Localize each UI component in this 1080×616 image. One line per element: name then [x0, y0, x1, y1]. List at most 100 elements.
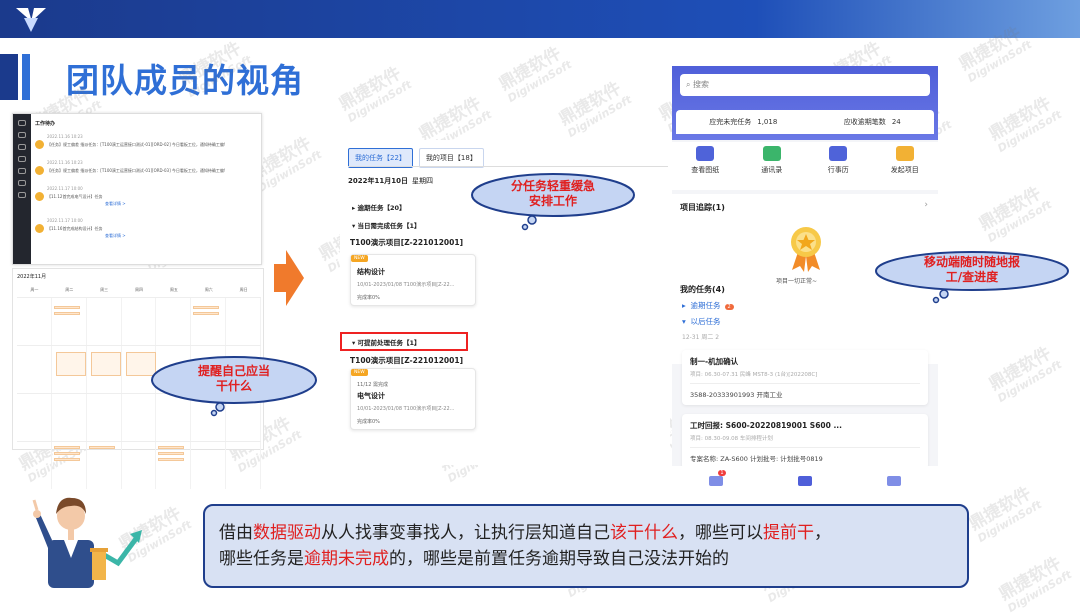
task-card-sub: 10/01-2023/01/08 T100演示项目[Z-22...: [357, 282, 455, 288]
apps-icon[interactable]: [886, 476, 901, 486]
tab-divider: [348, 166, 668, 167]
tab-my-projects[interactable]: 我的项目【18】: [418, 148, 484, 168]
tracking-status: 项目一切正常~: [776, 278, 818, 285]
callout-right: 移动端随时随地报 工/查进度: [874, 250, 1070, 304]
mobile-task-title: 工时回报: S600-20220819001 S600 ...: [690, 421, 843, 430]
weekday-label: 周日: [239, 287, 248, 292]
watermark-text: 鼎捷软件DigiwinSoft: [335, 63, 415, 126]
calendar-event[interactable]: [158, 452, 185, 455]
section-today[interactable]: ▾ 当日需完成任务【1】: [352, 220, 421, 230]
mobile-task-card[interactable]: 制一-机加确认 项目: 06.30-07.31 民峰 MST8-3 (1台)[2…: [682, 350, 928, 405]
overdue-tasks-row[interactable]: ▸ 逾期任务 2: [682, 300, 734, 311]
task-card-rate: 完成率0%: [357, 419, 380, 425]
callout-right-text: 移动端随时随地报 工/查进度: [923, 255, 1020, 284]
digiwin-logo-icon: [16, 8, 46, 32]
feed-item[interactable]: 2022.11.17 10:00 【11.16首完成结构设计】任务 查看详情 >: [35, 218, 257, 250]
weekday-label: 周五: [169, 287, 178, 292]
mobile-task-detail: 专案名称: ZA-S600 计划批号: 计划批号0819: [690, 447, 920, 463]
calendar-task-card[interactable]: [55, 352, 86, 376]
stat-overdue-receivables[interactable]: 应收逾期笔数 24: [844, 117, 901, 127]
search-icon: ⌕: [686, 80, 694, 89]
summary-text: 借由: [219, 523, 253, 543]
message-badge: 1: [718, 470, 726, 476]
feed-item[interactable]: 2022.11.16 10:23 【任务】规工偏差 指派任务：[T100演工运营接…: [35, 134, 257, 160]
mobile-task-title: 制一-机加确认: [690, 357, 739, 366]
task-card[interactable]: NEW 结构设计 10/01-2023/01/08 T100演示项目[Z-22.…: [350, 254, 476, 306]
new-badge: NEW: [351, 255, 368, 262]
mobile-task-sub: 项目: 08.30-09.08 车间排程计划: [690, 436, 773, 442]
callout-left: 提醒自己应当 干什么: [150, 355, 318, 417]
calendar-event[interactable]: [193, 306, 220, 309]
feed-item[interactable]: 2022.11.17 10:00 【11.12首完成电气设计】任务 查看详情 >: [35, 186, 257, 218]
stat-overdue-tasks[interactable]: 应完未完任务 1,018: [709, 117, 777, 127]
calendar-event[interactable]: [193, 312, 220, 315]
project-icon: [895, 146, 914, 161]
feed-time: 2022.11.17 10:00: [47, 218, 83, 223]
feed-text: 【11.16首完成结构设计】任务: [47, 226, 103, 231]
weekday-label: 周二: [65, 287, 74, 292]
summary-highlight: 数据驱动: [253, 523, 321, 543]
summary-text: 从人找事变事找人，让执行层知道自己: [321, 523, 610, 543]
calendar-event[interactable]: [53, 306, 80, 309]
desktop-sidebar: [13, 114, 31, 264]
calendar-event[interactable]: [88, 446, 115, 449]
watermark-text: 鼎捷软件DigiwinSoft: [975, 183, 1055, 246]
presenter-illustration-icon: [32, 497, 142, 588]
chevron-right-icon[interactable]: ›: [924, 200, 928, 210]
title-accent-bar-secondary: [22, 54, 30, 100]
mobile-stats: 应完未完任务 1,018 应收逾期笔数 24: [676, 110, 934, 134]
weekday-label: 周四: [135, 287, 143, 292]
callout-middle: 分任务轻重缓急 安排工作: [470, 172, 636, 232]
task-card-sub: 10/01-2023/01/08 T100演示项目[Z-22...: [357, 406, 455, 412]
mobile-task-card[interactable]: 工时回报: S600-20220819001 S600 ... 项目: 08.3…: [682, 414, 928, 469]
feed-item[interactable]: 2022.11.16 10:23 【任务】规工偏差 指派任务：[T100演工运营接…: [35, 160, 257, 186]
calendar-title: 2022年11月: [17, 274, 47, 280]
mobile-shortcuts: 查看图纸 通讯录 行事历 发起项目: [672, 142, 938, 190]
shortcut-label: 通讯录: [761, 166, 783, 174]
section-overdue[interactable]: ▸ 逾期任务【20】: [352, 202, 406, 212]
avatar: [35, 140, 44, 149]
shortcut-drawing[interactable]: 查看图纸: [675, 142, 735, 190]
view-detail-link[interactable]: 查看详情 >: [105, 201, 126, 207]
feed-time: 2022.11.16 10:23: [47, 134, 83, 139]
my-tasks-label: 我的任务(4): [680, 285, 725, 294]
calendar-event[interactable]: [53, 446, 80, 449]
feed-text: 【任务】规工偏差 指派任务：[T100演工运营接口测试-01][ORD-03] …: [47, 168, 226, 173]
avatar: [35, 224, 44, 233]
project-title: T100演示项目[Z-221012001]: [350, 238, 464, 247]
watermark-text: 鼎捷软件DigiwinSoft: [965, 483, 1045, 546]
task-card[interactable]: NEW 11/12 需完成 电气设计 10/01-2023/01/08 T100…: [350, 368, 476, 430]
shortcut-calendar[interactable]: 行事历: [808, 142, 868, 190]
watermark-text: 鼎捷软件DigiwinSoft: [555, 78, 635, 141]
overdue-count-badge: 2: [724, 304, 734, 310]
task-card-due: 11/12 需完成: [357, 382, 388, 388]
shortcut-project[interactable]: 发起项目: [875, 142, 935, 190]
avatar: [35, 192, 44, 201]
mobile-search-input[interactable]: ⌕ 搜索: [680, 74, 930, 96]
flow-arrow-icon: [274, 250, 304, 306]
calendar-event[interactable]: [53, 312, 80, 315]
medal-icon: [791, 227, 821, 272]
calendar-event[interactable]: [53, 452, 80, 455]
calendar-task-card[interactable]: [90, 352, 121, 376]
weekday-label: 周三: [100, 287, 109, 292]
later-tasks-row[interactable]: ▾ 以后任务: [682, 316, 721, 327]
message-icon[interactable]: 1: [709, 470, 726, 486]
view-detail-link[interactable]: 查看详情 >: [105, 233, 126, 239]
calendar-event[interactable]: [158, 458, 185, 461]
calendar-event[interactable]: [53, 458, 80, 461]
shortcut-label: 发起项目: [890, 166, 919, 174]
shortcut-contacts[interactable]: 通讯录: [742, 142, 802, 190]
home-icon[interactable]: [797, 476, 812, 486]
shortcut-label: 行事历: [827, 166, 849, 174]
tab-my-tasks[interactable]: 我的任务【22】: [348, 148, 413, 168]
avatar: [35, 166, 44, 175]
calendar-event[interactable]: [158, 446, 185, 449]
summary-highlight: 提前干: [763, 523, 814, 543]
calendar-week: [17, 297, 262, 345]
top-banner: [0, 0, 1080, 38]
weekday-label: 周一: [30, 287, 39, 292]
watermark-text: 鼎捷软件DigiwinSoft: [985, 93, 1065, 156]
callout-left-text: 提醒自己应当 干什么: [197, 364, 270, 393]
mobile-task-detail: 3588-20333901993 开南工业: [690, 383, 920, 399]
